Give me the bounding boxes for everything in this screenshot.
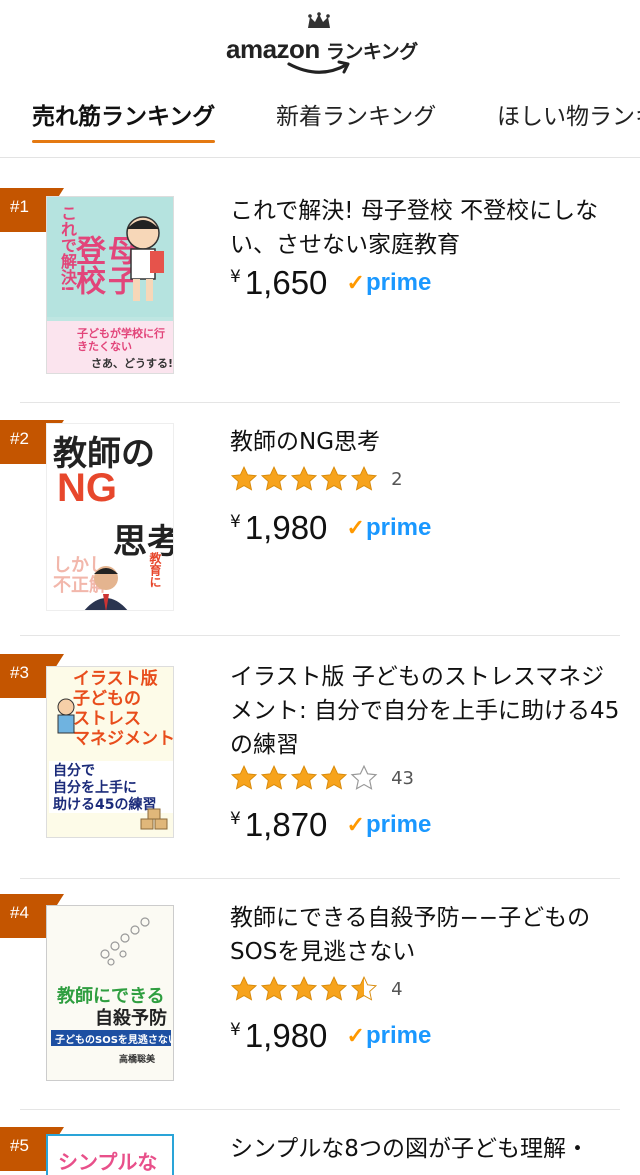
rank-label: #5: [10, 1136, 29, 1155]
star-full-icon: [320, 976, 348, 1001]
header: amazon ランキング: [0, 0, 640, 82]
cover-title: シンプルな: [58, 1150, 158, 1174]
rank-label: #3: [10, 663, 29, 682]
yen-symbol: ¥: [230, 267, 241, 287]
star-full-icon: [230, 976, 258, 1001]
product-title[interactable]: 教師のNG思考: [230, 425, 620, 459]
prime-label: prime: [365, 514, 432, 541]
yen-symbol: ¥: [230, 512, 241, 532]
prime-check-icon: ✓: [346, 270, 365, 295]
prime-badge: ✓prime: [347, 269, 432, 297]
star-full-icon: [260, 765, 288, 790]
review-count[interactable]: 4: [391, 979, 402, 1000]
prime-label: prime: [365, 811, 432, 838]
crown-icon: [308, 12, 330, 28]
prime-label: prime: [365, 269, 432, 296]
book-cover[interactable]: イラスト版 子どもの ストレス マネジメント 自分で 自分を上手に 助ける45の練習: [46, 666, 174, 838]
ranking-tabs: 売れ筋ランキング 新着ランキング ほしい物ランキング: [0, 82, 640, 158]
star-full-icon: [260, 466, 288, 491]
book-cover[interactable]: 教師にできる 自殺予防 子どものSOSを見逃さない 高橋聡美: [46, 905, 174, 1081]
prime-badge: ✓prime: [347, 1022, 432, 1050]
star-full-icon: [290, 976, 318, 1001]
book-cover[interactable]: これで解決! 母子 登校 子どもが学校に行きたくない さあ、どうする!?: [46, 196, 174, 374]
yen-symbol: ¥: [230, 809, 241, 829]
ranking-item-4[interactable]: #4 教師にできる 自殺予防 子どものSOSを見逃さない 高橋聡美 教師にできる…: [0, 879, 640, 1109]
star-full-icon: [230, 765, 258, 790]
star-full-icon: [350, 466, 378, 491]
tab-new-releases[interactable]: 新着ランキング: [276, 97, 436, 137]
star-full-icon: [260, 976, 288, 1001]
price: ¥1,980 ✓prime: [230, 509, 431, 549]
rank-label: #2: [10, 429, 29, 448]
prime-label: prime: [365, 1022, 432, 1049]
product-title[interactable]: これで解決! 母子登校 不登校にしない、させない家庭教育: [230, 194, 620, 262]
price-value: 1,980: [244, 1017, 328, 1054]
price: ¥1,870 ✓prime: [230, 806, 431, 846]
prime-badge: ✓prime: [347, 811, 432, 839]
price-value: 1,980: [244, 509, 328, 546]
prime-check-icon: ✓: [346, 515, 365, 540]
review-count[interactable]: 43: [391, 768, 414, 789]
star-rating[interactable]: 2: [230, 465, 403, 495]
amazon-ranking-logo[interactable]: amazon ランキング: [226, 12, 418, 78]
star-full-icon: [320, 466, 348, 491]
rank-label: #1: [10, 197, 29, 216]
prime-check-icon: ✓: [346, 1023, 365, 1048]
book-cover[interactable]: 教師の NG 思考 教育に しかし不正解: [46, 423, 174, 611]
star-rating[interactable]: 4: [230, 975, 403, 1005]
star-full-icon: [320, 765, 348, 790]
star-half-icon: [350, 976, 378, 1001]
star-empty-icon: [350, 764, 378, 790]
tab-wishlist[interactable]: ほしい物ランキング: [497, 97, 640, 137]
tab-bestsellers[interactable]: 売れ筋ランキング: [32, 97, 216, 143]
ranking-item-5[interactable]: #5 シンプルな シンプルな8つの図が子ども理解・: [0, 1110, 640, 1175]
star-full-icon: [230, 466, 258, 491]
star-rating[interactable]: 43: [230, 764, 414, 794]
amazon-smile-icon: [287, 60, 350, 74]
price: ¥1,650 ✓prime: [230, 264, 431, 304]
ranking-item-2[interactable]: #2 教師の NG 思考 教育に しかし不正解 教師のNG思考 2 ¥1,980…: [0, 403, 640, 635]
ranking-item-1[interactable]: #1 これで解決! 母子 登校 子どもが学校に行きたくない さあ、どうする!? こ…: [0, 160, 640, 402]
yen-symbol: ¥: [230, 1020, 241, 1040]
review-count[interactable]: 2: [391, 469, 402, 490]
product-title[interactable]: 教師にできる自殺予防−−子どものSOSを見逃さない: [230, 901, 620, 969]
price-value: 1,870: [244, 806, 328, 843]
product-title[interactable]: シンプルな8つの図が子ども理解・: [230, 1132, 620, 1166]
book-cover[interactable]: シンプルな: [46, 1134, 174, 1175]
price-value: 1,650: [244, 264, 328, 301]
prime-badge: ✓prime: [347, 514, 432, 542]
price: ¥1,980 ✓prime: [230, 1017, 431, 1057]
product-title[interactable]: イラスト版 子どものストレスマネジメント: 自分で自分を上手に助ける45の練習: [230, 660, 620, 762]
prime-check-icon: ✓: [346, 812, 365, 837]
rank-label: #4: [10, 903, 29, 922]
star-full-icon: [290, 466, 318, 491]
ranking-item-3[interactable]: #3 イラスト版 子どもの ストレス マネジメント 自分で 自分を上手に 助ける45の練習…: [0, 636, 640, 878]
star-full-icon: [290, 765, 318, 790]
